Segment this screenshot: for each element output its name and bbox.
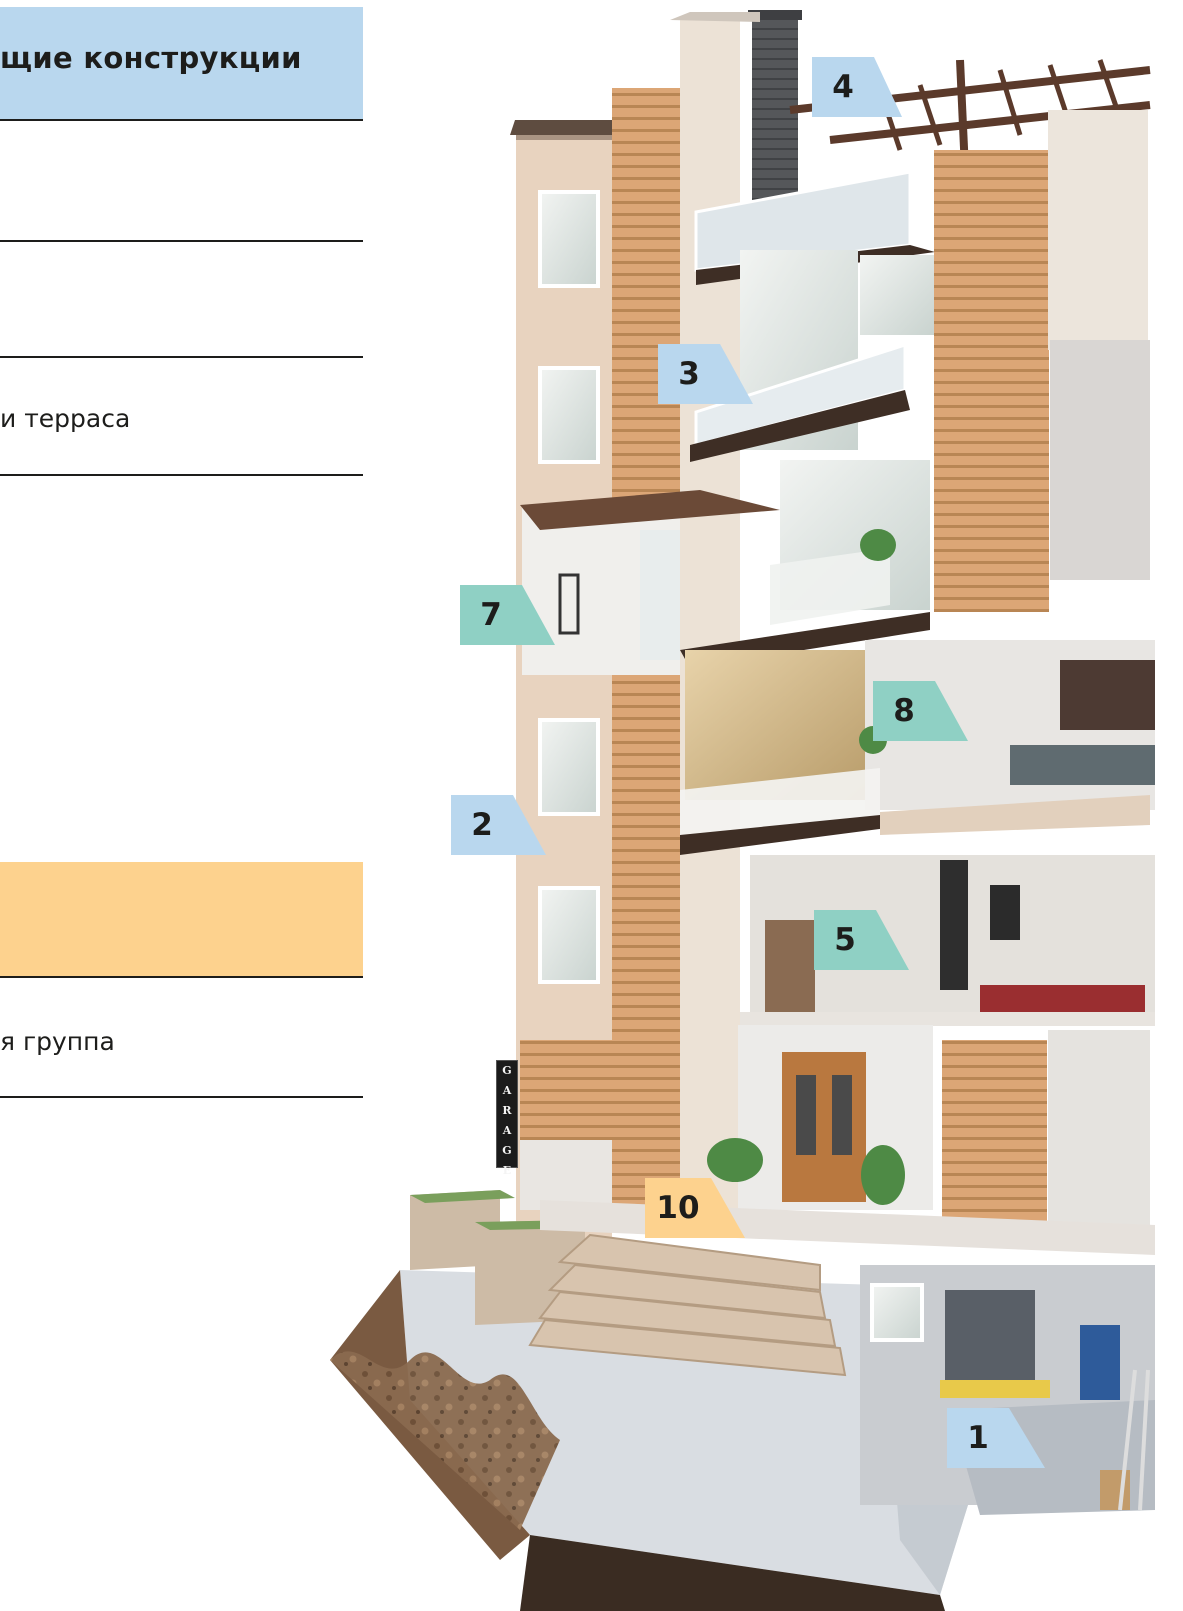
divider-line xyxy=(0,356,363,358)
section-header-bar: щие конструкции xyxy=(0,7,363,121)
section-header-bar-orange xyxy=(0,862,363,978)
marker-label: 4 xyxy=(832,69,854,105)
garage-sign: G A R A G E xyxy=(496,1060,518,1177)
garage-sign-letter: G xyxy=(502,1064,512,1077)
garage-sign-letter: G xyxy=(502,1144,512,1157)
divider-line xyxy=(0,1096,363,1098)
garage-sign-letter: A xyxy=(502,1084,512,1097)
divider-line xyxy=(0,474,363,476)
marker-label: 10 xyxy=(656,1190,700,1226)
marker-label: 8 xyxy=(893,693,915,729)
garage-sign-letter: R xyxy=(502,1104,512,1117)
garage-sign-letter: E xyxy=(502,1164,512,1177)
marker-label: 5 xyxy=(834,922,856,958)
list-item-entrance: я группа xyxy=(0,1027,115,1056)
marker-label: 3 xyxy=(678,356,700,392)
section-title: щие конструкции xyxy=(0,41,302,75)
marker-label: 1 xyxy=(967,1420,989,1456)
list-item-terrace: и терраса xyxy=(0,404,131,433)
marker-label: 7 xyxy=(480,597,502,633)
marker-label: 2 xyxy=(471,807,493,843)
garage-sign-letter: A xyxy=(502,1124,512,1137)
divider-line xyxy=(0,240,363,242)
